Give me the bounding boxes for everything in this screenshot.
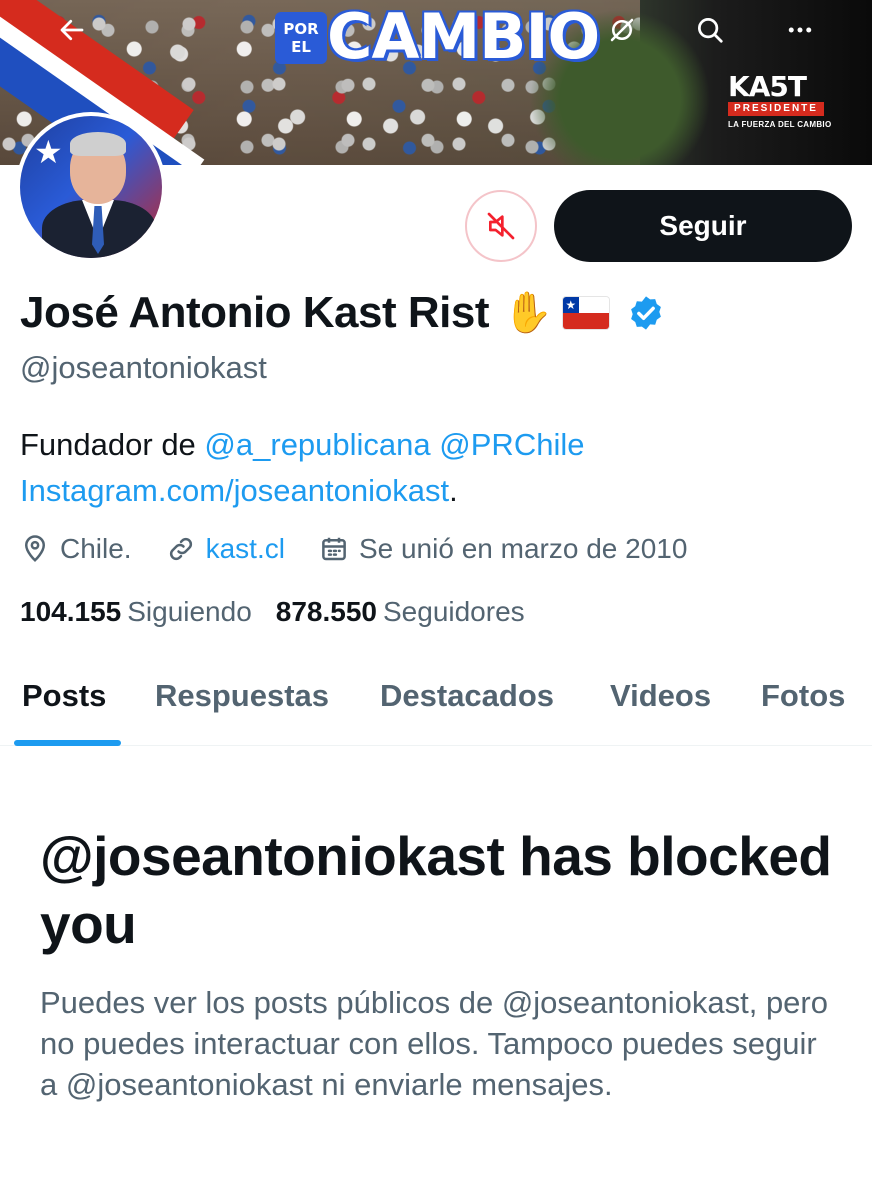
display-name: José Antonio Kast Rist: [20, 288, 489, 337]
unmute-button[interactable]: [465, 190, 537, 262]
raised-hand-icon: ✋: [502, 290, 553, 336]
tab-posts[interactable]: Posts: [22, 678, 106, 714]
banner-brand-name: KA5T: [728, 70, 807, 103]
followers-count: 878.550: [275, 596, 377, 627]
follow-button[interactable]: Seguir: [554, 190, 852, 262]
bio-suffix: .: [449, 473, 458, 508]
following-label: Siguiendo: [127, 596, 252, 627]
search-button[interactable]: [688, 8, 732, 52]
back-button[interactable]: [50, 8, 94, 52]
link-icon: [169, 537, 192, 561]
profile-name-row: José Antonio Kast Rist ✋ ★: [20, 288, 665, 338]
location-text: Chile.: [60, 533, 132, 564]
search-icon: [698, 18, 723, 43]
following-count: 104.155: [20, 596, 122, 627]
profile-handle: @joseantoniokast: [20, 350, 267, 385]
back-arrow-icon: [60, 19, 84, 41]
bio-mention-prchile[interactable]: @PRChile: [439, 427, 584, 462]
banner-brand-logo: KA5T PRESIDENTE LA FUERZA DEL CAMBIO: [728, 72, 838, 129]
banner-slogan-small: POR EL: [275, 12, 327, 64]
blocked-body: Puedes ver los posts públicos de @josean…: [40, 985, 828, 1102]
followers-stat[interactable]: 878.550 Seguidores: [276, 596, 525, 628]
location-pin-icon: [24, 535, 46, 562]
avatar-hair: [70, 132, 126, 156]
banner-slogan-main: CAMBIO: [327, 0, 600, 73]
bio-mention-republicana[interactable]: @a_republicana: [204, 427, 430, 462]
blocked-title: @joseantoniokast has blocked you: [40, 825, 832, 955]
grok-button[interactable]: [600, 8, 644, 52]
tab-respuestas[interactable]: Respuestas: [155, 678, 329, 714]
followers-label: Seguidores: [383, 596, 525, 627]
banner-brand-sub: PRESIDENTE: [728, 102, 824, 116]
avatar-photo: ★: [20, 116, 162, 258]
profile-stats: 104.155 Siguiendo 878.550 Seguidores: [20, 592, 549, 632]
tab-fotos[interactable]: Fotos: [761, 678, 845, 714]
banner-brand-tag: LA FUERZA DEL CAMBIO: [728, 120, 832, 129]
calendar-icon: [322, 537, 346, 561]
avatar-star-icon: ★: [34, 134, 63, 170]
chile-flag-icon: ★: [562, 297, 609, 329]
profile-website[interactable]: kast.cl: [166, 533, 285, 565]
tab-videos[interactable]: Videos: [610, 678, 711, 714]
website-link[interactable]: kast.cl: [206, 533, 285, 565]
profile-location: Chile.: [20, 533, 132, 565]
profile-joined: Se unió en marzo de 2010: [319, 533, 687, 565]
profile-meta: Chile. kast.cl Se unió en marzo de 2010: [20, 528, 721, 570]
profile-avatar[interactable]: ★: [16, 112, 166, 262]
joined-text: Se unió en marzo de 2010: [358, 533, 688, 564]
banner-slogan: POR EL CAMBIO: [265, 0, 625, 87]
bio-instagram-link[interactable]: Instagram.com/joseantoniokast: [20, 473, 449, 508]
profile-bio: Fundador de @a_republicana @PRChile Inst…: [20, 422, 840, 514]
no-grok-icon: [610, 18, 634, 42]
following-stat[interactable]: 104.155 Siguiendo: [20, 596, 252, 628]
profile-tabs: Posts Respuestas Destacados Videos Fotos: [0, 660, 872, 746]
verified-badge-icon[interactable]: [627, 294, 665, 332]
bio-text: Fundador de: [20, 427, 205, 462]
more-icon: [788, 27, 812, 33]
active-tab-indicator: [14, 740, 121, 746]
more-button[interactable]: [778, 8, 822, 52]
tab-destacados[interactable]: Destacados: [380, 678, 554, 714]
muted-speaker-icon: [487, 212, 515, 240]
